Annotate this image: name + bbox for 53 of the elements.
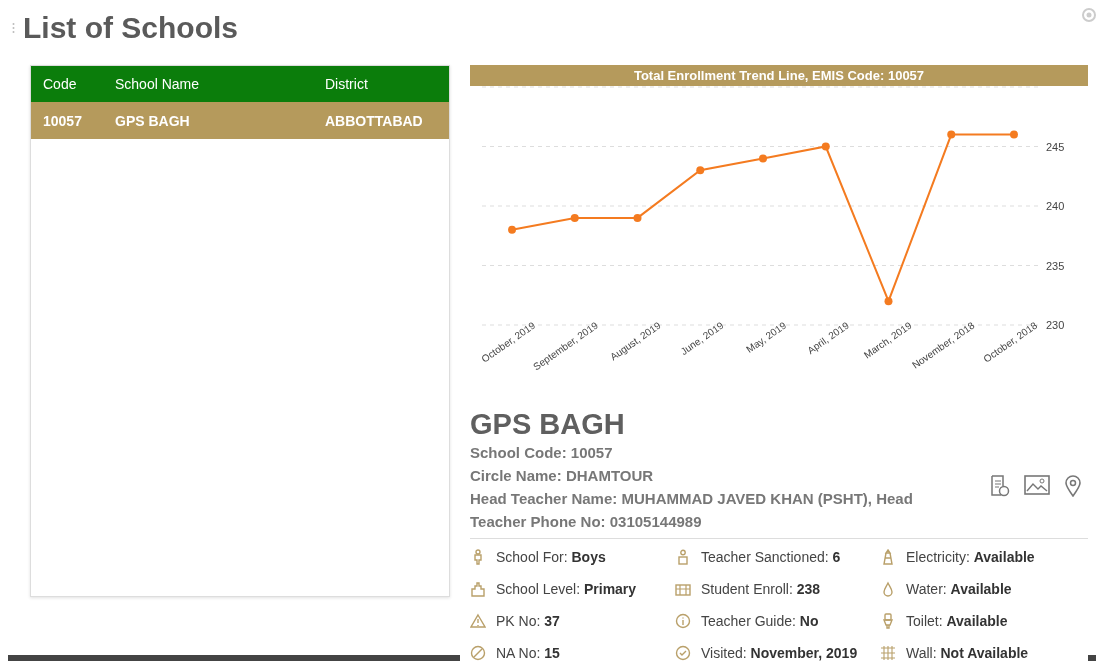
table-cell-text: GPS BAGH (114, 112, 191, 129)
table-cell-text: 10057 (42, 112, 83, 129)
y-tick-label: 240 (1046, 200, 1065, 212)
data-point (633, 213, 642, 222)
column-header[interactable]: District (313, 76, 449, 92)
school-fact: PK No: 37 (496, 613, 560, 629)
data-point (508, 225, 516, 234)
y-tick-label: 230 (1046, 319, 1065, 331)
school-fact: School For: Boys (496, 549, 606, 565)
toilet-icon (880, 613, 896, 629)
table-row[interactable]: 10057 GPS BAGH ABBOTTABAD (31, 102, 449, 139)
data-point (821, 142, 830, 151)
location-pin-icon[interactable] (1064, 474, 1082, 497)
data-point (570, 213, 579, 222)
school-name: GPS BAGH (470, 408, 626, 441)
school-fact: Teacher Guide: No (701, 613, 819, 629)
tower-icon (880, 549, 896, 565)
data-point (696, 166, 705, 175)
y-tick-label: 245 (1046, 140, 1065, 153)
school-fact: Water: Available (906, 581, 1012, 597)
building-icon (470, 581, 486, 597)
info-icon (675, 613, 691, 629)
drag-handle-icon[interactable] (12, 22, 15, 34)
drop-icon (880, 581, 896, 597)
wall-icon (880, 645, 896, 661)
school-fact: Visited: November, 2019 (701, 645, 858, 661)
school-fact: Toilet: Available (906, 613, 1008, 629)
document-icon[interactable] (990, 474, 1010, 497)
warning-icon (470, 613, 486, 629)
school-fact: Wall: Not Available (906, 645, 1029, 661)
page-title: List of Schools (23, 11, 238, 45)
school-detail: Circle Name: DHAMTOUR (470, 466, 655, 486)
data-point (947, 130, 956, 139)
school-fact: Teacher Sanctioned: 6 (701, 549, 841, 565)
school-detail: Head Teacher Name: MUHAMMAD JAVED KHAN (PSHT), Head Teacher Phone No: 03105144989 (470, 489, 914, 532)
y-tick-label: 235 (1046, 259, 1065, 272)
table-cell-text: ABBOTTABAD (324, 112, 424, 129)
school-fact: School Level: Primary (496, 581, 637, 597)
image-icon[interactable] (1024, 474, 1050, 495)
bottom-bar (1088, 655, 1096, 661)
data-point (884, 297, 893, 306)
school-fact: Student Enroll: 238 (701, 581, 821, 597)
column-header[interactable]: School Name (103, 76, 313, 92)
data-point (759, 154, 767, 163)
check-circle-icon (675, 645, 691, 661)
data-point (1010, 130, 1018, 139)
column-header[interactable]: Code (31, 76, 103, 92)
chart-title: Total Enrollment Trend Line, EMIS Code: 10057 (470, 65, 1088, 86)
school-fact: Electricity: Available (906, 549, 1035, 565)
school-fact: NA No: 15 (496, 645, 560, 661)
ban-icon (470, 645, 486, 661)
school-detail: School Code: 10057 (470, 443, 614, 463)
teacher-icon (675, 549, 691, 565)
